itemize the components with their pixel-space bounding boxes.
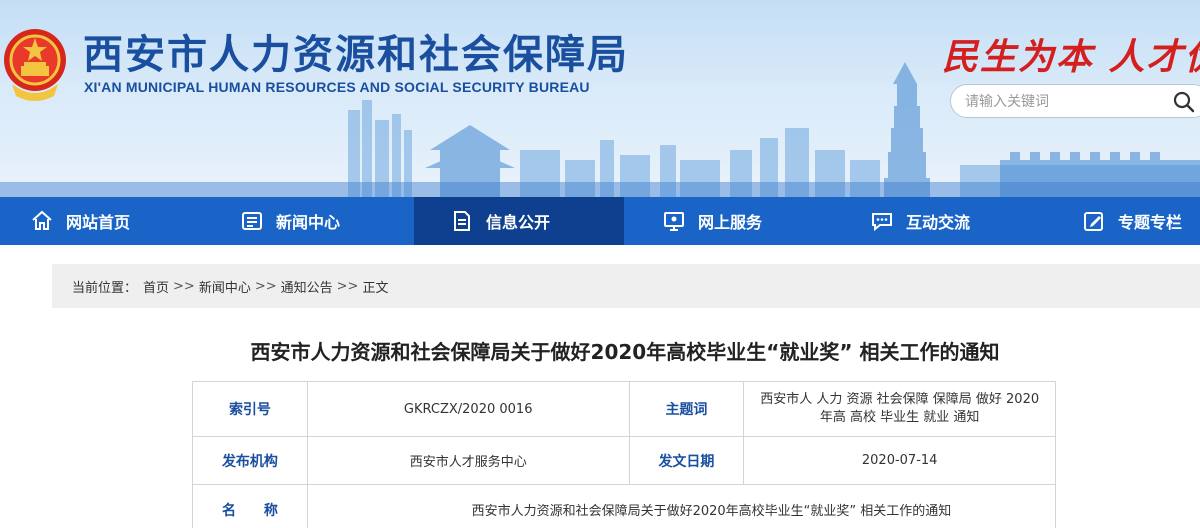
publisher-value: 西安市人才服务中心 <box>306 436 630 485</box>
nav-item-info-disclosure[interactable]: 信息公开 <box>414 197 624 245</box>
home-icon <box>32 210 52 230</box>
search-input[interactable] <box>965 91 1165 113</box>
subject-value: 西安市人 人力 资源 社会保障 保障局 做好 2020 年高 高校 毕业生 就业… <box>743 381 1056 437</box>
monitor-icon <box>664 212 684 231</box>
nav-item-home[interactable]: 网站首页 <box>30 197 130 245</box>
table-row: 索引号 GKRCZX/2020 0016 主题词 西安市人 人力 资源 社会保障… <box>192 381 1056 437</box>
index-label: 索引号 <box>192 381 308 437</box>
search-icon[interactable] <box>1173 91 1195 113</box>
name-label: 名 称 <box>192 484 308 528</box>
index-value: GKRCZX/2020 0016 <box>306 381 630 437</box>
breadcrumb: 当前位置： 首页 >> 新闻中心 >> 通知公告 >> 正文 <box>52 264 1200 308</box>
edit-icon <box>1084 212 1103 231</box>
site-slogan: 民生为本 人才优先 <box>942 36 1200 78</box>
name-value: 西安市人力资源和社会保障局关于做好2020年高校毕业生“就业奖” 相关工作的通知 <box>306 484 1057 528</box>
nav-label: 专题专栏 <box>1118 213 1183 232</box>
nav-label: 信息公开 <box>486 213 551 232</box>
nav-item-special-topics[interactable]: 专题专栏 <box>1082 197 1182 245</box>
nav-item-interaction[interactable]: 互动交流 <box>870 197 970 245</box>
document-info-table: 索引号 GKRCZX/2020 0016 主题词 西安市人 人力 资源 社会保障… <box>192 381 1057 528</box>
nav-item-news[interactable]: 新闻中心 <box>240 197 340 245</box>
breadcrumb-separator: >> <box>173 278 195 294</box>
breadcrumb-separator: >> <box>336 278 359 294</box>
site-title: 西安市人力资源和社会保障局 <box>83 32 629 78</box>
breadcrumb-notices[interactable]: 通知公告 <box>281 277 333 296</box>
site-header: 西安市人力资源和社会保障局 XI'AN MUNICIPAL HUMAN RESO… <box>0 0 1200 197</box>
document-icon <box>454 211 470 231</box>
breadcrumb-home[interactable]: 首页 <box>143 277 169 296</box>
national-emblem-icon <box>4 29 66 101</box>
site-title-english: XI'AN MUNICIPAL HUMAN RESOURCES AND SOCI… <box>84 79 590 95</box>
nav-label: 网站首页 <box>66 213 131 232</box>
table-row: 发布机构 西安市人才服务中心 发文日期 2020-07-14 <box>192 436 1056 485</box>
breadcrumb-prefix: 当前位置： <box>72 280 138 296</box>
date-label: 发文日期 <box>628 436 745 485</box>
nav-label: 互动交流 <box>906 213 971 232</box>
nav-item-online-service[interactable]: 网上服务 <box>662 197 762 245</box>
subject-label: 主题词 <box>628 381 745 437</box>
chat-icon <box>872 213 892 232</box>
breadcrumb-current: 正文 <box>362 280 389 296</box>
article-title: 西安市人力资源和社会保障局关于做好2020年高校毕业生“就业奖” 相关工作的通知 <box>250 340 1000 364</box>
breadcrumb-news-center[interactable]: 新闻中心 <box>199 277 251 296</box>
nav-label: 新闻中心 <box>276 213 341 232</box>
main-nav: 网站首页 新闻中心 信息公开 网上服务 互动交流 专题专栏 <box>0 197 1200 245</box>
breadcrumb-separator: >> <box>254 278 277 294</box>
table-row: 名 称 西安市人力资源和社会保障局关于做好2020年高校毕业生“就业奖” 相关工… <box>192 484 1057 528</box>
news-icon <box>242 212 262 230</box>
search-box <box>950 84 1200 118</box>
publisher-label: 发布机构 <box>192 436 308 485</box>
nav-label: 网上服务 <box>698 213 763 232</box>
date-value: 2020-07-14 <box>743 436 1056 485</box>
